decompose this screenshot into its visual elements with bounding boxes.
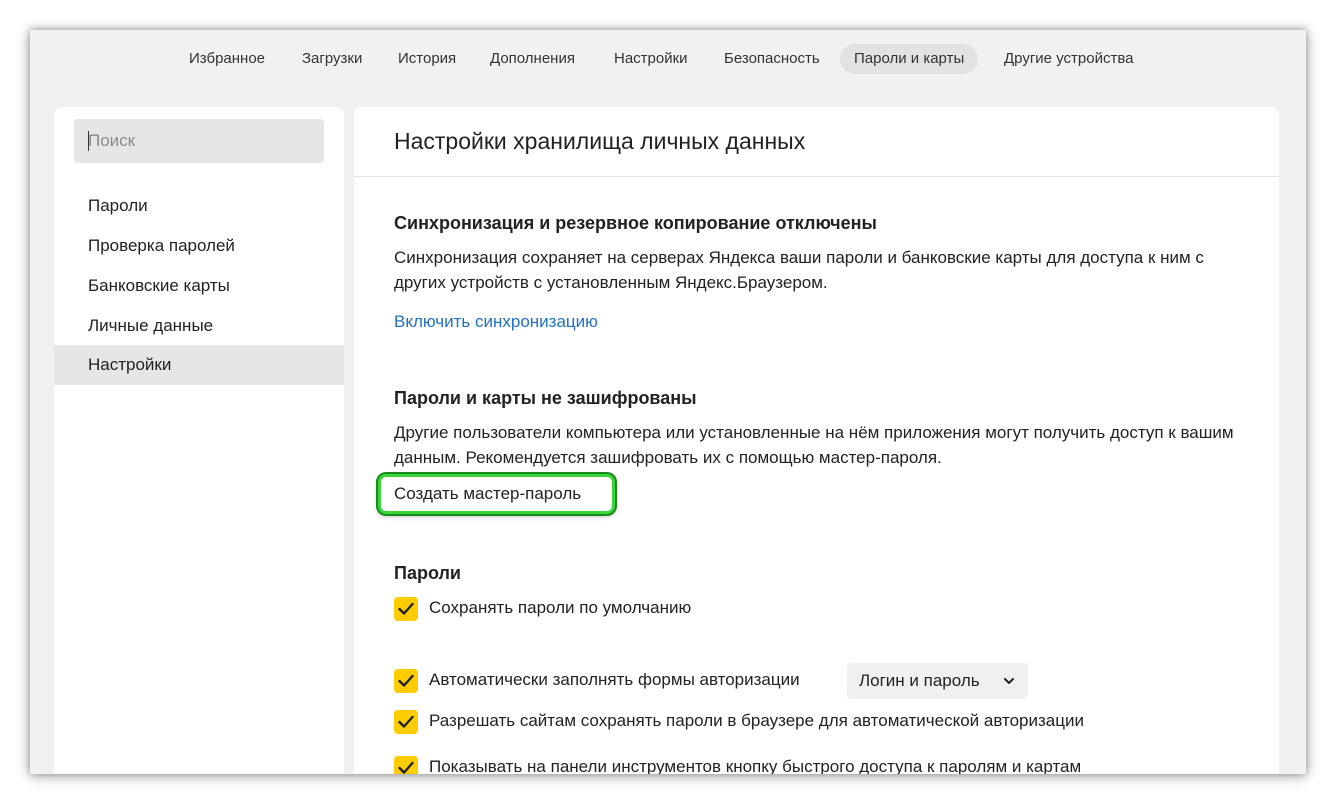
main-header: Настройки хранилища личных данных <box>354 107 1279 177</box>
encryption-section-title: Пароли и карты не зашифрованы <box>394 388 697 408</box>
chevron-down-icon <box>1004 678 1014 684</box>
tab-other-devices[interactable]: Другие устройства <box>1004 44 1133 74</box>
checkmark-icon <box>398 761 414 774</box>
checkbox-checked[interactable] <box>394 597 418 621</box>
autofill-mode-select[interactable]: Логин и пароль <box>847 663 1028 699</box>
checkbox-checked[interactable] <box>394 756 418 774</box>
main-panel: Настройки хранилища личных данных Синхро… <box>354 107 1279 774</box>
sidebar-item-password-check[interactable]: Проверка паролей <box>54 226 344 266</box>
sidebar-item-personal-data[interactable]: Личные данные <box>54 306 344 346</box>
tab-extensions[interactable]: Дополнения <box>490 44 575 74</box>
search-input[interactable] <box>74 119 324 163</box>
select-value: Логин и пароль <box>859 671 980 690</box>
sidebar-item-bank-cards[interactable]: Банковские карты <box>54 266 344 306</box>
top-navigation: Избранное Загрузки История Дополнения На… <box>30 44 1306 74</box>
tab-downloads[interactable]: Загрузки <box>302 44 362 74</box>
checkmark-icon <box>398 715 414 728</box>
create-master-password-button[interactable]: Создать мастер-пароль <box>378 474 615 514</box>
tab-settings[interactable]: Настройки <box>614 44 688 74</box>
sync-description: Синхронизация сохраняет на серверах Янде… <box>394 248 1204 292</box>
sidebar-item-passwords[interactable]: Пароли <box>54 186 344 226</box>
tab-security[interactable]: Безопасность <box>724 44 820 74</box>
sync-section-title: Синхронизация и резервное копирование от… <box>394 213 877 233</box>
enable-sync-link[interactable]: Включить синхронизацию <box>394 312 598 332</box>
browser-window: Избранное Загрузки История Дополнения На… <box>30 30 1306 774</box>
checkmark-icon <box>398 674 414 687</box>
page-title: Настройки хранилища личных данных <box>394 128 806 154</box>
tab-history[interactable]: История <box>398 44 456 74</box>
option-label: Показывать на панели инструментов кнопку… <box>429 757 1082 774</box>
text-cursor <box>88 131 89 151</box>
tab-passwords-and-cards[interactable]: Пароли и карты <box>840 44 979 74</box>
checkbox-checked[interactable] <box>394 669 418 693</box>
tab-favorites[interactable]: Избранное <box>189 44 265 74</box>
option-label: Автоматически заполнять формы авторизаци… <box>429 670 800 689</box>
encryption-description: Другие пользователи компьютера или устан… <box>394 423 1234 467</box>
sidebar-item-settings[interactable]: Настройки <box>54 345 344 385</box>
option-label: Сохранять пароли по умолчанию <box>429 598 692 617</box>
checkmark-icon <box>398 602 414 615</box>
option-label: Разрешать сайтам сохранять пароли в брау… <box>429 711 1084 730</box>
checkbox-checked[interactable] <box>394 710 418 734</box>
passwords-section-title: Пароли <box>394 563 461 583</box>
sidebar: Пароли Проверка паролей Банковские карты… <box>54 107 344 774</box>
